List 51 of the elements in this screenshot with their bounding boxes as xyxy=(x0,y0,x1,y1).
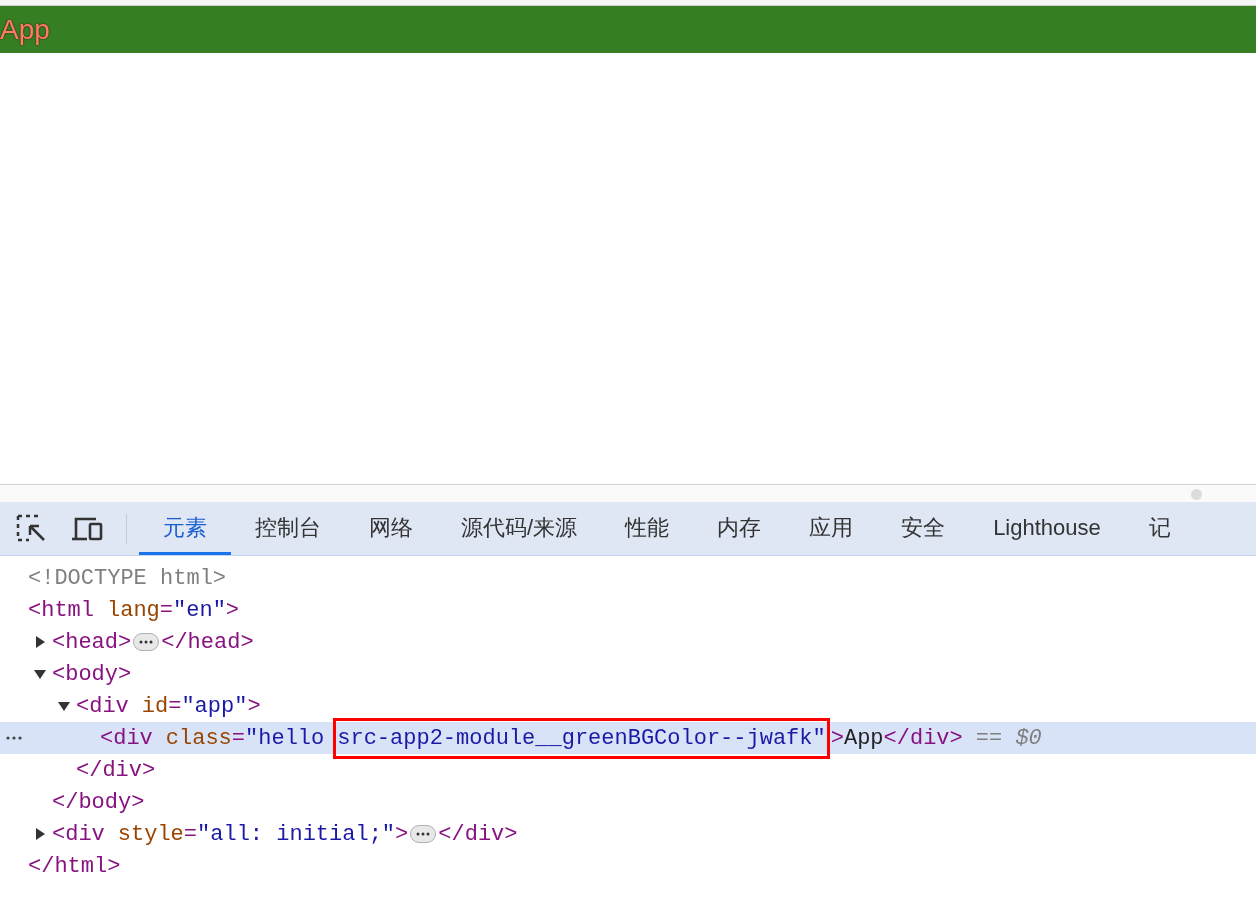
collapsed-arrow-icon[interactable] xyxy=(33,635,47,649)
collapsed-arrow-icon[interactable] xyxy=(33,827,47,841)
tag-text: > xyxy=(225,596,240,625)
devtools-tab[interactable]: 内存 xyxy=(693,502,786,555)
tag-text: <head> xyxy=(52,628,132,657)
more-icon[interactable] xyxy=(6,736,22,740)
attribute-name: id xyxy=(141,692,169,721)
tag-text: <div xyxy=(100,724,153,753)
tag-text: </div> xyxy=(438,820,518,849)
tag-text: > xyxy=(247,692,261,721)
devtools-tab[interactable]: 性能 xyxy=(601,502,694,555)
tag-text: </body> xyxy=(52,788,145,817)
tag-text: <div xyxy=(76,692,129,721)
tag-text: = xyxy=(183,820,198,849)
expanded-arrow-icon[interactable] xyxy=(33,667,47,681)
collapsed-content-icon[interactable] xyxy=(133,633,160,651)
devtools-tab[interactable]: 应用 xyxy=(785,502,878,555)
selection-hint: == $0 xyxy=(975,724,1042,753)
tag-text: <body> xyxy=(52,660,132,689)
attribute-name: class xyxy=(165,724,232,753)
attribute-value: "hello xyxy=(245,724,325,753)
tag-text: = xyxy=(168,692,182,721)
tag-text: <div xyxy=(52,820,105,849)
devtools-tab[interactable]: 元素 xyxy=(139,502,231,555)
attribute-value: "all: initial;" xyxy=(197,820,396,849)
tag-text: = xyxy=(159,596,174,625)
devtools-tab[interactable]: Lighthouse xyxy=(969,502,1125,555)
attribute-name: style xyxy=(117,820,184,849)
tag-text: </head> xyxy=(161,628,254,657)
devtools-tab[interactable]: 记 xyxy=(1124,502,1195,555)
banner-text: App xyxy=(0,15,50,44)
node-text: App xyxy=(843,724,884,753)
tag-text: > xyxy=(830,724,844,753)
expanded-arrow-icon[interactable] xyxy=(57,699,71,713)
tag-text: </html> xyxy=(28,852,121,881)
tag-text: > xyxy=(395,820,409,849)
device-toolbar-icon[interactable] xyxy=(70,515,104,542)
attribute-value: "en" xyxy=(173,596,226,625)
attribute-name: lang xyxy=(107,596,160,625)
tag-text: = xyxy=(231,724,246,753)
tag-text: </div> xyxy=(76,756,156,785)
tag-text: <html xyxy=(28,596,94,625)
resize-handle-icon[interactable] xyxy=(1191,489,1202,500)
devtools-tab[interactable]: 网络 xyxy=(345,502,437,555)
collapsed-content-icon[interactable] xyxy=(410,825,437,843)
devtools-tab[interactable]: 控制台 xyxy=(231,502,345,555)
attribute-value: "app" xyxy=(181,692,248,721)
devtools-tab[interactable]: 源代码/来源 xyxy=(437,502,602,555)
doctype-text: <!DOCTYPE html> xyxy=(28,564,227,593)
tag-text: </div> xyxy=(883,724,963,753)
devtools-tab[interactable]: 安全 xyxy=(877,502,970,555)
